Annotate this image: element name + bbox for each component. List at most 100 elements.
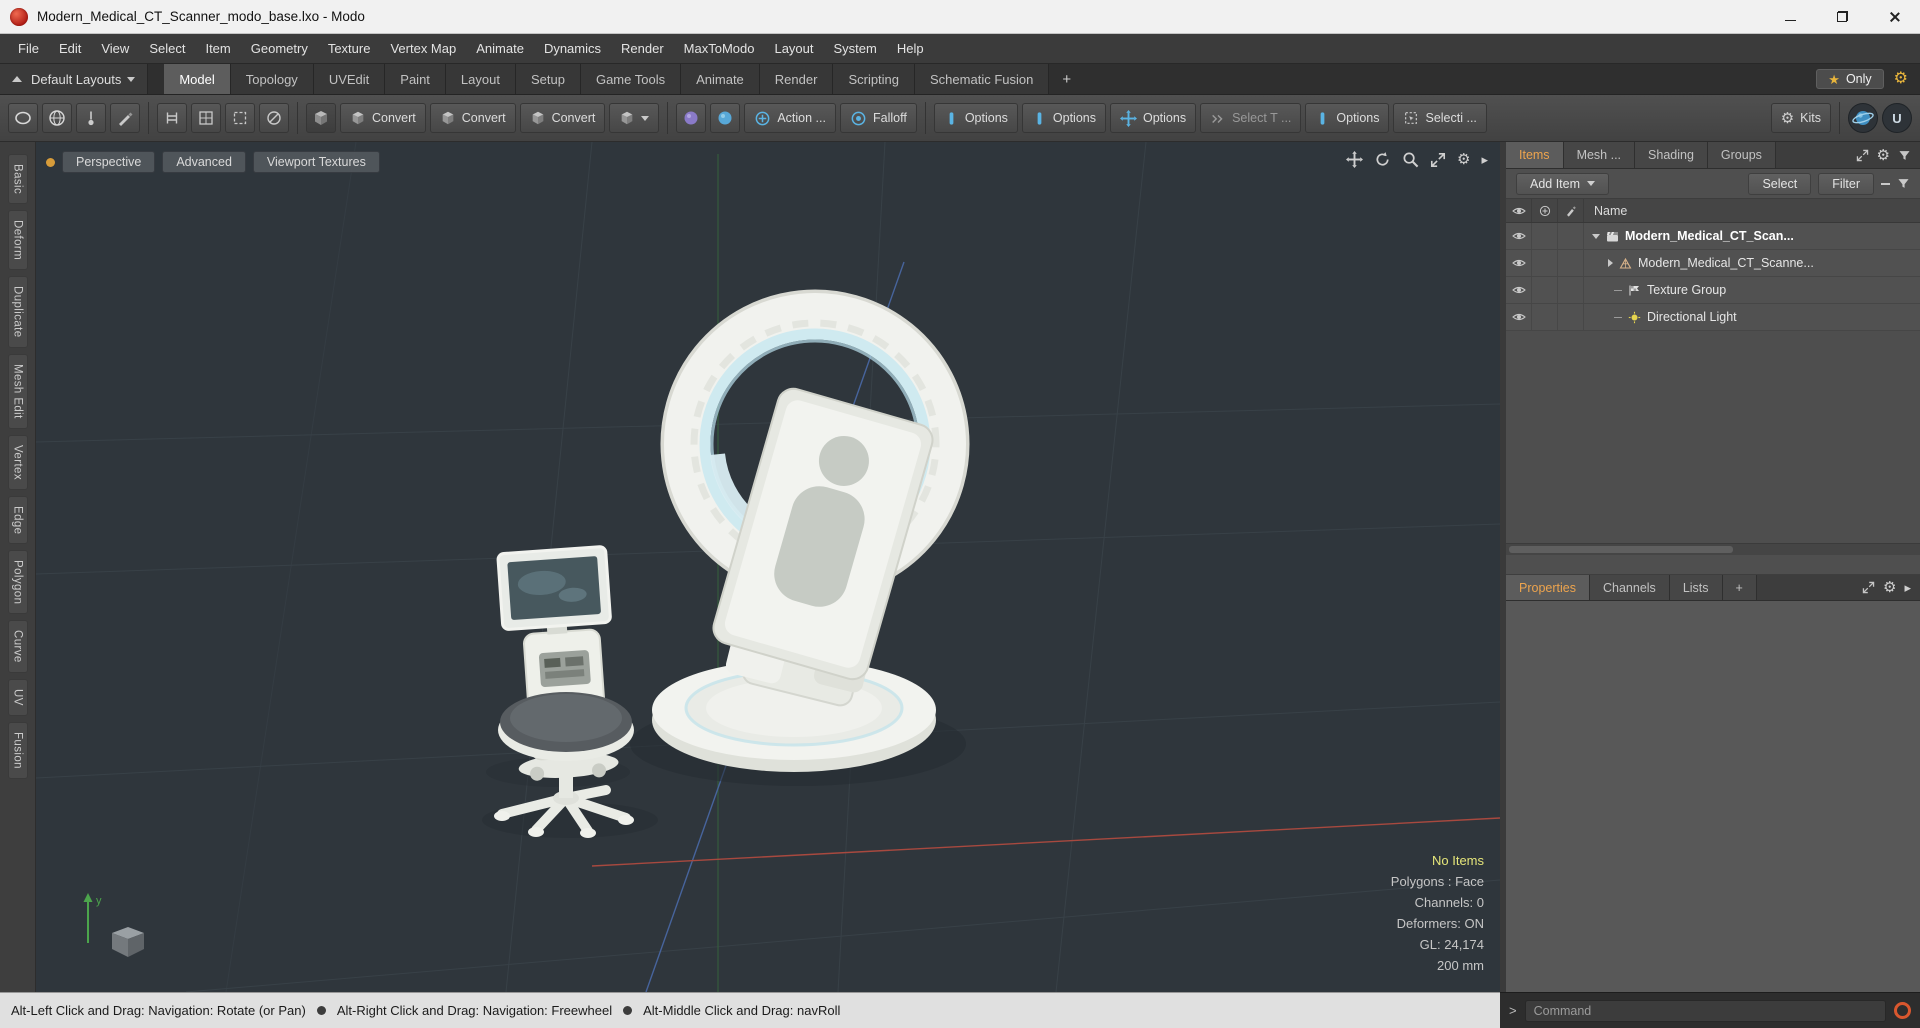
filter-button[interactable]: Filter <box>1818 172 1874 195</box>
panel-settings-gear-icon[interactable]: ⚙ <box>1877 148 1890 163</box>
orbit-icon[interactable] <box>1374 151 1391 168</box>
collapse-up-icon[interactable] <box>12 76 22 82</box>
item-row-directional-light[interactable]: Directional Light <box>1506 304 1920 331</box>
grid-cube-tool-button[interactable] <box>191 103 221 133</box>
tab-mesh-ops[interactable]: Mesh ... <box>1563 142 1636 168</box>
circle-slash-tool-button[interactable] <box>259 103 289 133</box>
viewport-menu-dot-icon[interactable] <box>46 157 55 167</box>
tab-channels[interactable]: Channels <box>1589 575 1670 600</box>
panel-settings-gear-icon[interactable]: ⚙ <box>1883 580 1896 595</box>
view-mode-button[interactable]: Perspective <box>62 151 156 173</box>
tab-setup[interactable]: Setup <box>515 64 581 94</box>
visibility-column-eye-icon[interactable] <box>1506 199 1532 222</box>
convert-button-1[interactable]: Convert <box>340 103 426 133</box>
select-button[interactable]: Select <box>1748 172 1812 195</box>
menu-file[interactable]: File <box>8 36 49 61</box>
tab-shading[interactable]: Shading <box>1635 142 1708 168</box>
minimize-button[interactable] <box>1764 0 1816 33</box>
eye-icon[interactable] <box>1506 304 1532 330</box>
slice-tool-button[interactable] <box>110 103 140 133</box>
tab-layout[interactable]: Layout <box>445 64 516 94</box>
pan-icon[interactable] <box>1346 151 1364 168</box>
zoom-icon[interactable] <box>1402 151 1419 168</box>
item-row-texture-group[interactable]: Texture Group <box>1506 277 1920 304</box>
menu-animate[interactable]: Animate <box>466 36 534 61</box>
close-button[interactable] <box>1868 0 1920 33</box>
menu-system[interactable]: System <box>824 36 887 61</box>
convert-button-2[interactable]: Convert <box>429 103 516 133</box>
3d-viewport[interactable]: Perspective Advanced Viewport Textures ⚙… <box>36 142 1500 992</box>
disclosure-collapsed-icon[interactable] <box>1608 259 1613 267</box>
tab-groups[interactable]: Groups <box>1707 142 1776 168</box>
tab-uvedit[interactable]: UVEdit <box>313 64 386 94</box>
list-filter-funnel-icon[interactable] <box>1897 177 1910 190</box>
add-item-button[interactable]: Add Item <box>1516 172 1610 195</box>
layout-switcher-dropdown[interactable]: Default Layouts <box>31 72 136 87</box>
options-button-3[interactable]: Options <box>1110 103 1197 133</box>
options-button-1[interactable]: Options <box>933 103 1018 133</box>
item-row-render-group[interactable]: Modern_Medical_CT_Scan... <box>1506 223 1920 250</box>
user-account-button[interactable]: U <box>1882 103 1912 133</box>
menu-item[interactable]: Item <box>195 36 240 61</box>
dashed-square-tool-button[interactable] <box>225 103 255 133</box>
pin-tool-button[interactable] <box>76 103 106 133</box>
left-tab-vertex[interactable]: Vertex <box>7 434 28 490</box>
3d-scene[interactable] <box>36 142 1500 992</box>
scrollbar-handle[interactable] <box>1509 546 1734 553</box>
menu-select[interactable]: Select <box>139 36 195 61</box>
add-layout-tab-button[interactable]: + <box>1049 64 1084 94</box>
menu-dynamics[interactable]: Dynamics <box>534 36 611 61</box>
eye-icon[interactable] <box>1506 250 1532 276</box>
panel-flyout-arrow-icon[interactable]: ▸ <box>1904 581 1911 594</box>
expand-panel-icon[interactable] <box>1862 581 1875 594</box>
menu-view[interactable]: View <box>91 36 139 61</box>
name-column-header[interactable]: Name <box>1584 204 1920 218</box>
layout-settings-gear-icon[interactable]: ⚙ <box>1894 71 1908 87</box>
left-tab-edge[interactable]: Edge <box>7 495 28 544</box>
menu-edit[interactable]: Edit <box>49 36 91 61</box>
menu-layout[interactable]: Layout <box>764 36 823 61</box>
add-panel-tab-button[interactable]: + <box>1722 575 1757 600</box>
tab-scripting[interactable]: Scripting <box>833 64 916 94</box>
blue-sphere-tool-button[interactable] <box>710 103 741 133</box>
only-toggle-button[interactable]: ★ Only <box>1816 69 1884 89</box>
selection-button[interactable]: Selecti ... <box>1393 103 1487 133</box>
menu-texture[interactable]: Texture <box>318 36 381 61</box>
render-column-icon[interactable] <box>1532 199 1558 222</box>
tab-animate[interactable]: Animate <box>681 64 760 94</box>
tab-paint[interactable]: Paint <box>385 64 446 94</box>
item-row-mesh[interactable]: Modern_Medical_CT_Scanne... <box>1506 250 1920 277</box>
eye-icon[interactable] <box>1506 223 1532 249</box>
tab-topology[interactable]: Topology <box>230 64 314 94</box>
left-tab-mesh-edit[interactable]: Mesh Edit <box>7 353 28 429</box>
eye-icon[interactable] <box>1506 277 1532 303</box>
tab-lists[interactable]: Lists <box>1669 575 1723 600</box>
left-tab-curve[interactable]: Curve <box>7 620 28 674</box>
paint-column-brush-icon[interactable] <box>1558 199 1584 222</box>
item-label[interactable]: Modern_Medical_CT_Scan... <box>1625 229 1794 243</box>
left-tab-polygon[interactable]: Polygon <box>7 550 28 615</box>
falloff-button[interactable]: Falloff <box>839 103 917 133</box>
action-center-button[interactable]: Action ... <box>744 103 836 133</box>
menu-help[interactable]: Help <box>887 36 934 61</box>
tab-game-tools[interactable]: Game Tools <box>580 64 682 94</box>
tab-render[interactable]: Render <box>759 64 834 94</box>
command-prompt[interactable]: > <box>1509 1003 1517 1018</box>
menu-maxtomodo[interactable]: MaxToModo <box>674 36 765 61</box>
tab-items[interactable]: Items <box>1506 142 1564 168</box>
menu-vertex-map[interactable]: Vertex Map <box>380 36 466 61</box>
select-through-button[interactable]: Select T ... <box>1200 103 1302 133</box>
viewport-settings-gear-icon[interactable]: ⚙ <box>1457 152 1470 167</box>
tab-schematic-fusion[interactable]: Schematic Fusion <box>915 64 1050 94</box>
viewport-textures-button[interactable]: Viewport Textures <box>252 151 380 173</box>
left-tab-fusion[interactable]: Fusion <box>7 721 28 779</box>
shading-mode-button[interactable]: Advanced <box>162 151 246 173</box>
left-tab-uv[interactable]: UV <box>7 679 28 716</box>
bridge-tool-button[interactable] <box>157 103 187 133</box>
expand-panel-icon[interactable] <box>1856 149 1869 162</box>
ellipse-tool-button[interactable] <box>8 103 38 133</box>
cube-dropdown-button[interactable] <box>609 103 660 133</box>
collapse-all-icon[interactable] <box>1881 182 1890 185</box>
item-label[interactable]: Texture Group <box>1647 283 1726 297</box>
disclosure-expanded-icon[interactable] <box>1592 233 1600 239</box>
